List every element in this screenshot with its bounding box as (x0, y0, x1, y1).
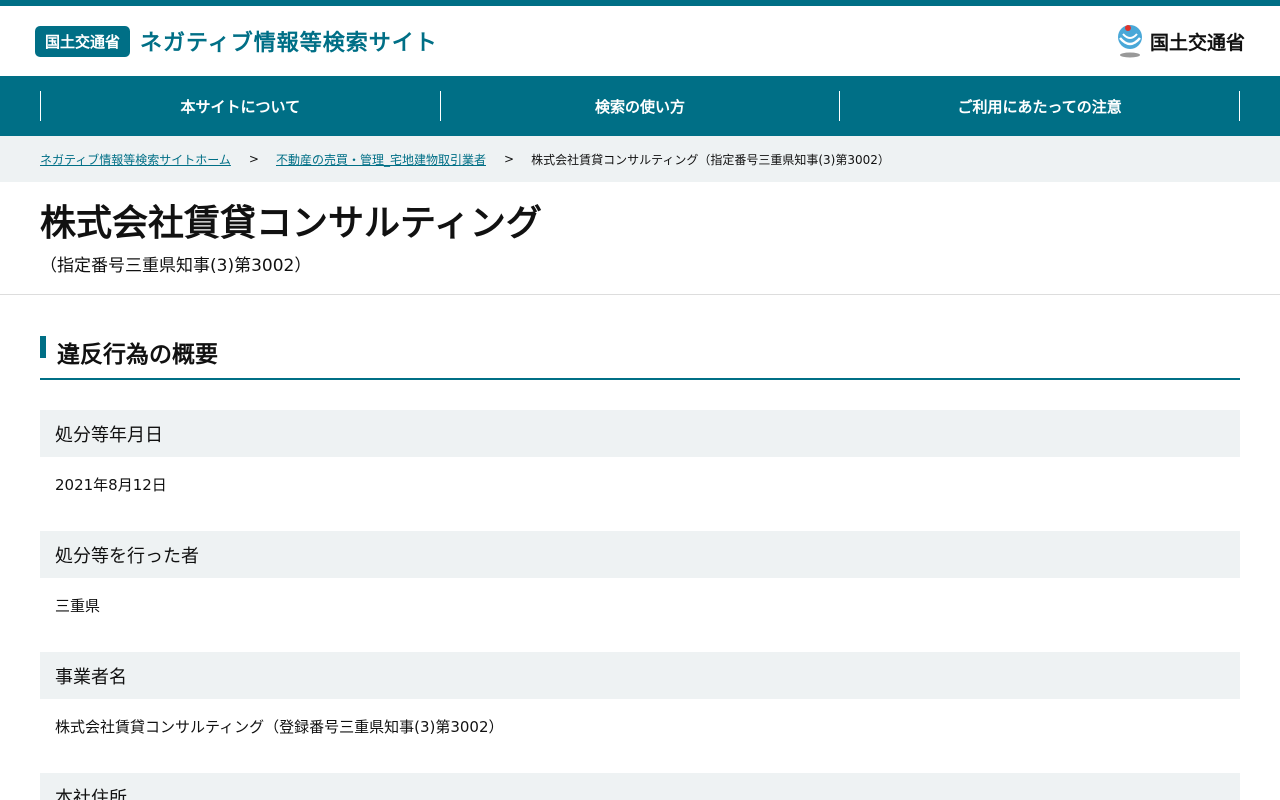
page-title: 株式会社賃貸コンサルティング (40, 203, 542, 244)
field-business-name: 事業者名 株式会社賃貸コンサルティング（登録番号三重県知事(3)第3002） (40, 652, 1240, 753)
mlit-emblem-icon (1117, 25, 1142, 58)
field-value: 2021年8月12日 (55, 475, 167, 494)
field-value: 株式会社賃貸コンサルティング（登録番号三重県知事(3)第3002） (55, 717, 504, 736)
breadcrumb-separator: > (248, 152, 259, 166)
field-disposition-date: 処分等年月日 2021年8月12日 (40, 410, 1240, 511)
breadcrumb-separator: > (504, 152, 515, 166)
mlit-logo-text: 国土交通省 (1149, 31, 1245, 54)
main-content: 違反行為の概要 処分等年月日 2021年8月12日 処分等を行った者 三重県 事… (0, 295, 1280, 800)
breadcrumb-category-link[interactable]: 不動産の売買・管理_宅地建物取引業者 (276, 151, 486, 168)
nav-about[interactable]: 本サイトについて (40, 91, 440, 121)
section-heading: 違反行為の概要 (40, 335, 1240, 381)
site-title: ネガティブ情報等検索サイト (140, 31, 438, 56)
site-brand[interactable]: 国土交通省 ネガティブ情報等検索サイト (35, 25, 438, 57)
breadcrumb-current: 株式会社賃貸コンサルティング（指定番号三重県知事(3)第3002） (531, 152, 890, 167)
field-label: 処分等を行った者 (40, 531, 1240, 579)
field-value: 三重県 (55, 596, 101, 615)
mlit-logo[interactable]: 国土交通省 (1115, 24, 1245, 58)
ministry-badge: 国土交通省 (35, 25, 131, 57)
field-authority: 処分等を行った者 三重県 (40, 531, 1240, 632)
breadcrumb: ネガティブ情報等検索サイトホーム > 不動産の売買・管理_宅地建物取引業者 > … (0, 136, 1280, 182)
field-label: 処分等年月日 (40, 410, 1240, 458)
breadcrumb-home-link[interactable]: ネガティブ情報等検索サイトホーム (40, 151, 231, 168)
page-title-area: 株式会社賃貸コンサルティング （指定番号三重県知事(3)第3002） (0, 182, 1280, 296)
site-header: 国土交通省 ネガティブ情報等検索サイト 国土交通省 (0, 6, 1280, 76)
page-subtitle: （指定番号三重県知事(3)第3002） (40, 256, 312, 277)
field-label: 事業者名 (40, 652, 1240, 700)
nav-usage-notes[interactable]: ご利用にあたっての注意 (839, 91, 1241, 121)
global-nav: 本サイトについて 検索の使い方 ご利用にあたっての注意 (0, 76, 1280, 136)
field-head-office-address: 本社住所 (40, 773, 1240, 800)
field-label: 本社住所 (40, 773, 1240, 800)
nav-how-to-search[interactable]: 検索の使い方 (439, 91, 840, 121)
